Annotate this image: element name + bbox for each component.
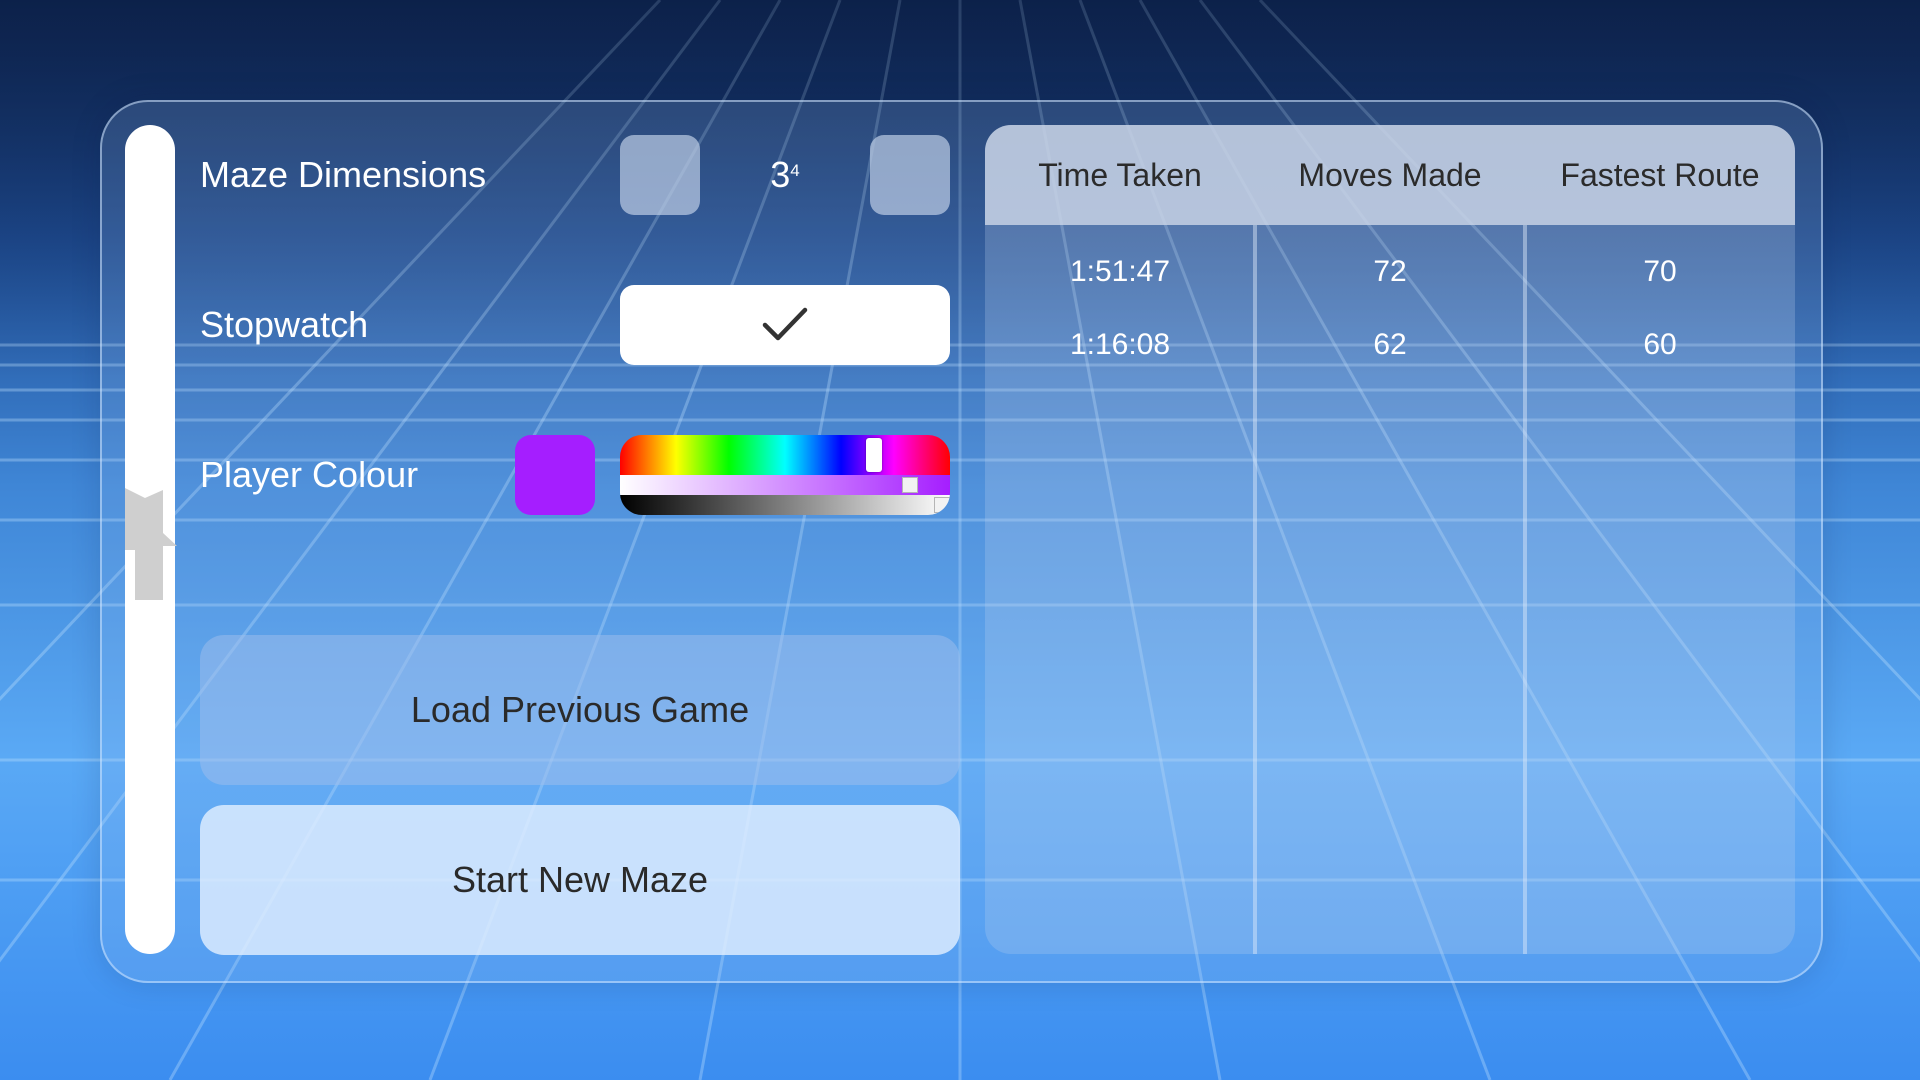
- stopwatch-label: Stopwatch: [200, 304, 369, 345]
- table-cell-time: 1:16:08: [1069, 328, 1171, 361]
- hue-slider[interactable]: [620, 435, 950, 475]
- column-header-time-taken: Time Taken: [1038, 156, 1202, 193]
- saturation-slider-handle[interactable]: [902, 477, 919, 493]
- maze-dimensions-value: 34: [740, 155, 830, 195]
- maze-dimensions-label: Maze Dimensions: [200, 154, 487, 195]
- table-row: 1:16:08 62 60: [985, 315, 1795, 375]
- table-row: 1:51:47 72 70: [985, 242, 1795, 302]
- table-header: Time Taken Moves Made Fastest Route: [985, 125, 1795, 225]
- load-previous-game-button[interactable]: Load Previous Game: [200, 635, 960, 785]
- dimensions-exponent: 4: [790, 161, 800, 180]
- scrollbar-grabber[interactable]: [125, 488, 177, 600]
- decrease-dimensions-button[interactable]: [620, 135, 700, 215]
- value-slider[interactable]: [620, 495, 950, 515]
- dimensions-base: 3: [770, 154, 791, 195]
- hue-slider-handle[interactable]: [866, 438, 883, 472]
- value-slider-handle[interactable]: [934, 497, 950, 513]
- checkmark-icon: [762, 307, 808, 341]
- results-table: Time Taken Moves Made Fastest Route 1:51…: [985, 125, 1795, 954]
- saturation-slider[interactable]: [620, 475, 950, 495]
- colour-swatch: [515, 435, 595, 515]
- increase-dimensions-button[interactable]: [870, 135, 950, 215]
- column-header-fastest-route: Fastest Route: [1560, 156, 1760, 193]
- colour-picker[interactable]: [620, 435, 950, 515]
- table-cell-route: 70: [1643, 255, 1677, 288]
- stopwatch-toggle[interactable]: [620, 285, 950, 365]
- table-cell-moves: 62: [1373, 328, 1407, 361]
- player-colour-label: Player Colour: [200, 454, 419, 495]
- table-cell-route: 60: [1643, 328, 1677, 361]
- table-cell-time: 1:51:47: [1069, 255, 1171, 288]
- start-new-maze-button[interactable]: Start New Maze: [200, 805, 960, 955]
- column-header-moves-made: Moves Made: [1298, 156, 1482, 193]
- table-cell-moves: 72: [1373, 255, 1407, 288]
